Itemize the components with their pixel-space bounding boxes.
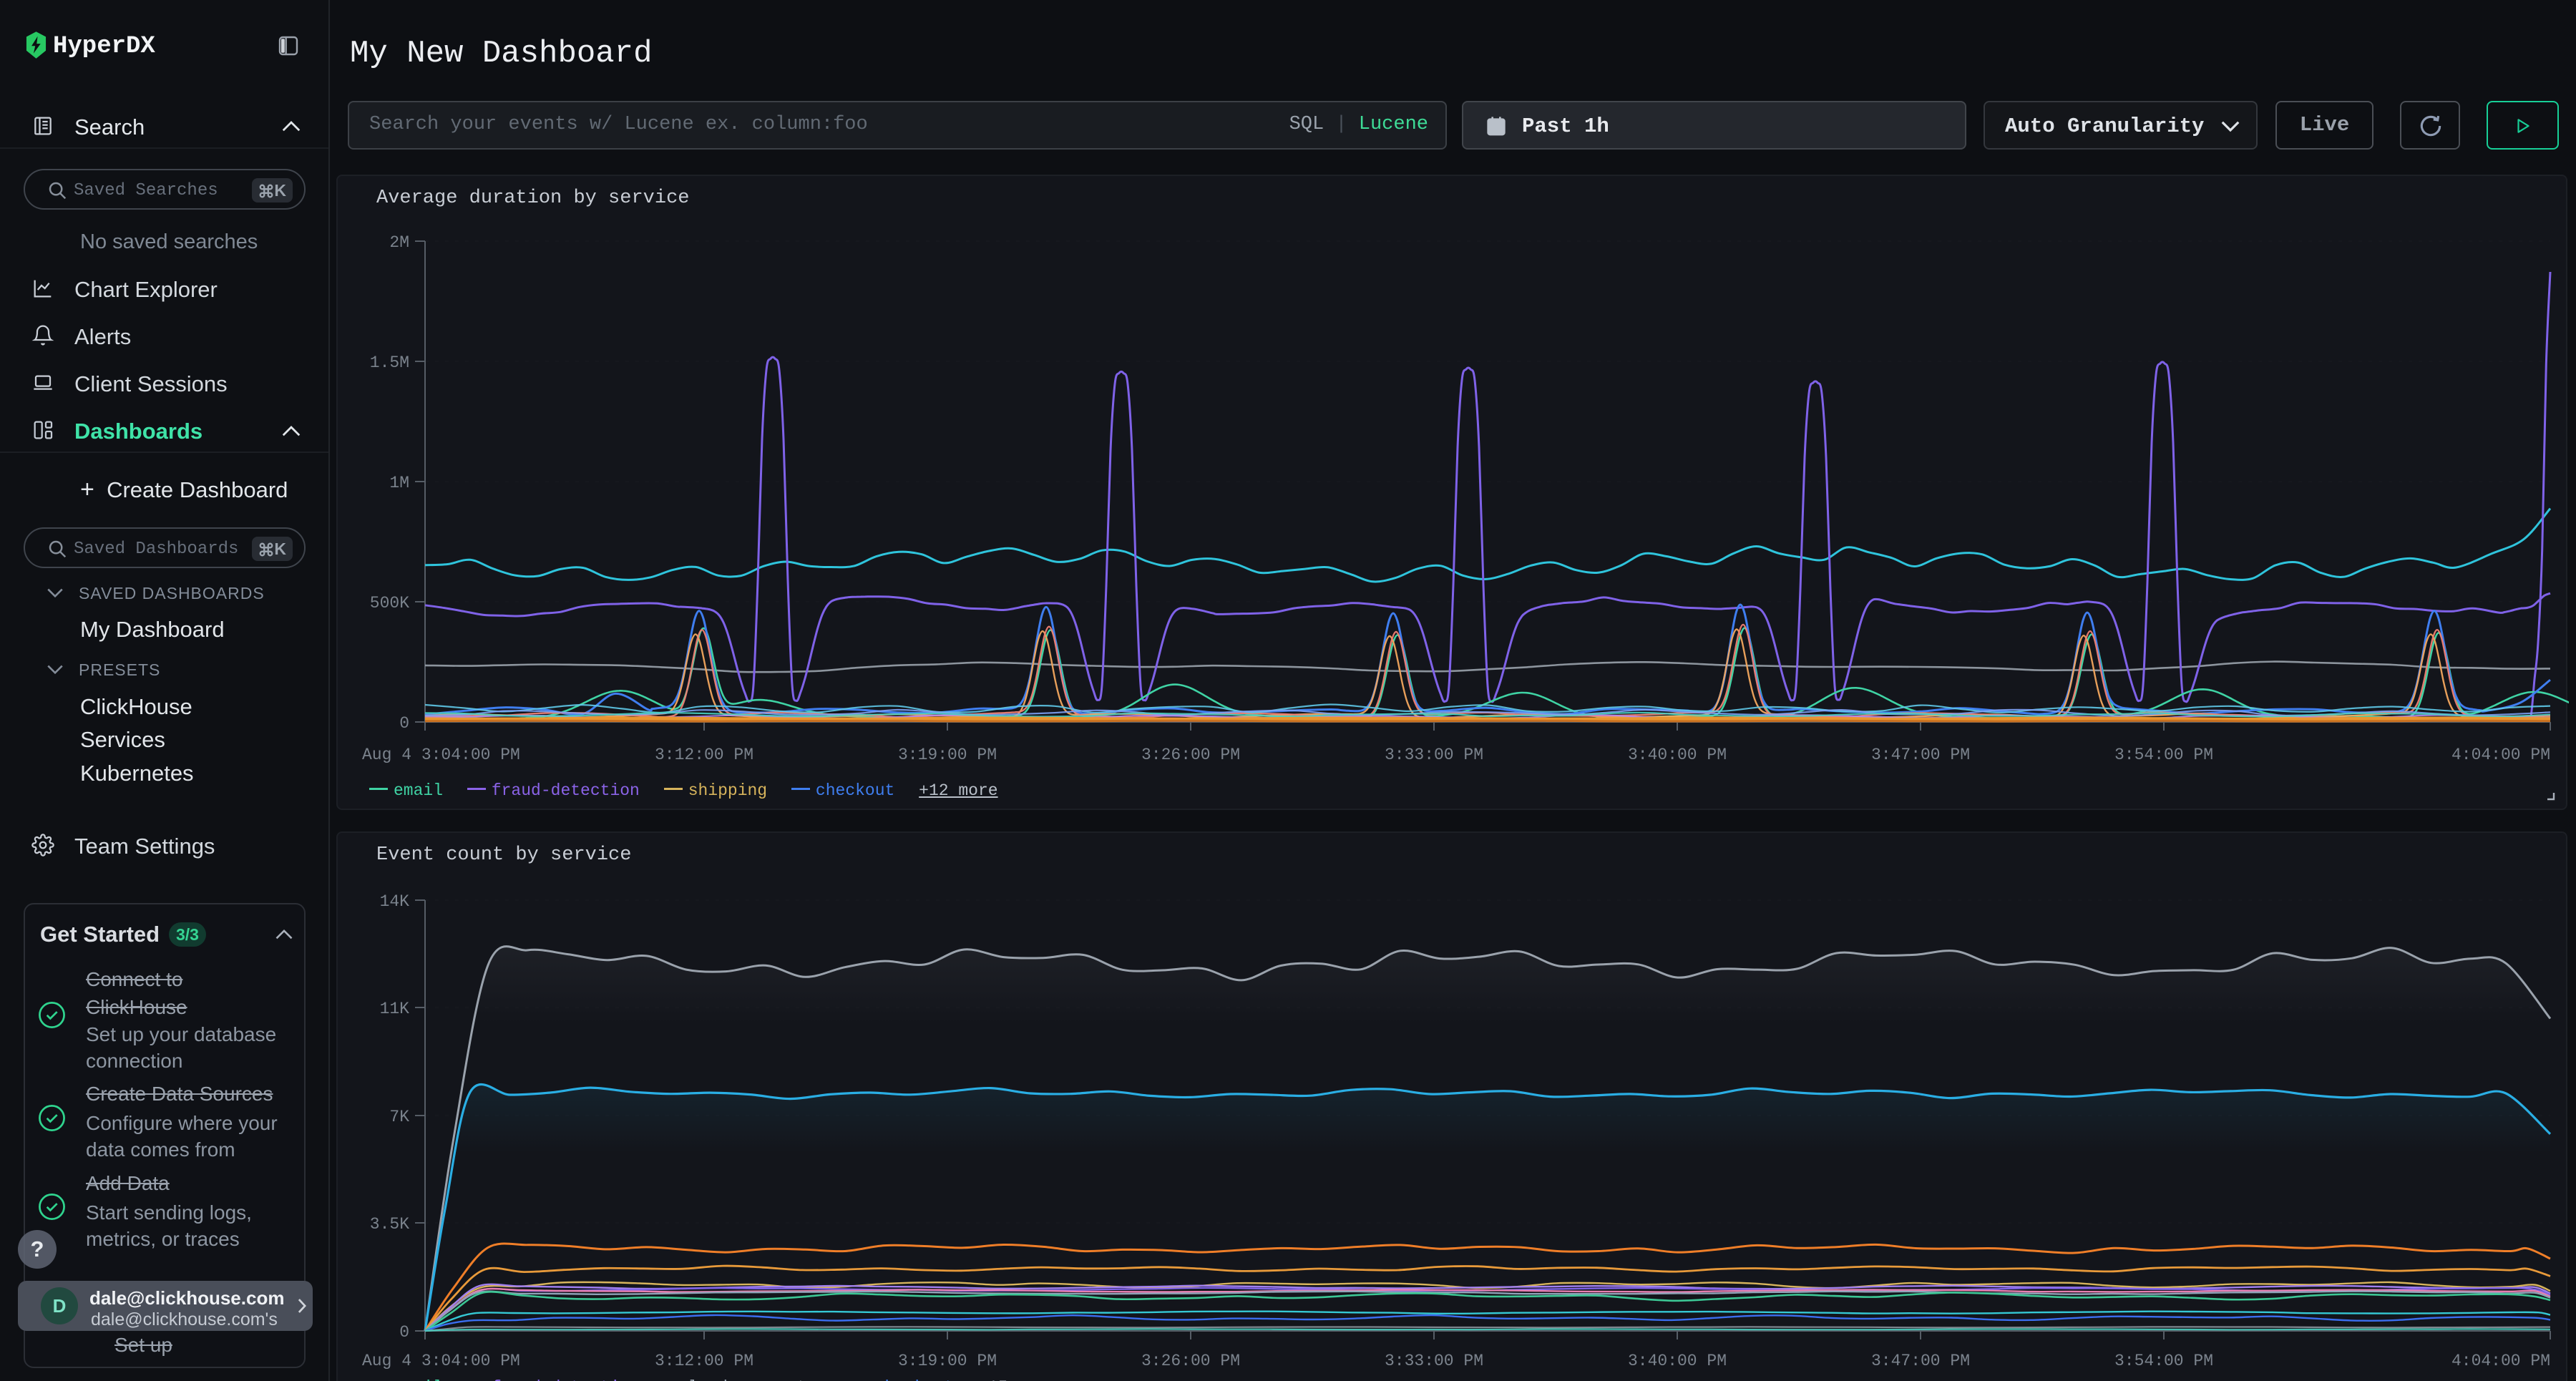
svg-text:0: 0 [399,714,409,733]
svg-text:11K: 11K [380,1000,410,1018]
svg-text:3:26:00 PM: 3:26:00 PM [1141,1352,1240,1370]
svg-text:500K: 500K [370,594,409,613]
svg-text:0: 0 [399,1323,409,1342]
svg-text:3:12:00 PM: 3:12:00 PM [655,1352,753,1370]
svg-text:4:04:00 PM: 4:04:00 PM [2451,1352,2550,1370]
svg-text:3:40:00 PM: 3:40:00 PM [1628,1352,1727,1370]
svg-text:Aug 4 3:04:00 PM: Aug 4 3:04:00 PM [362,746,520,764]
svg-text:1M: 1M [389,474,409,492]
svg-text:3:26:00 PM: 3:26:00 PM [1141,746,1240,764]
svg-text:3:33:00 PM: 3:33:00 PM [1385,746,1483,764]
svg-text:3:33:00 PM: 3:33:00 PM [1385,1352,1483,1370]
svg-text:3:47:00 PM: 3:47:00 PM [1871,1352,1970,1370]
svg-text:3:40:00 PM: 3:40:00 PM [1628,746,1727,764]
svg-text:7K: 7K [389,1108,409,1126]
svg-text:2M: 2M [389,233,409,252]
svg-text:3:19:00 PM: 3:19:00 PM [898,1352,997,1370]
svg-text:4:04:00 PM: 4:04:00 PM [2451,746,2550,764]
svg-text:3.5K: 3.5K [370,1215,409,1234]
svg-text:3:54:00 PM: 3:54:00 PM [2114,746,2213,764]
svg-text:1.5M: 1.5M [370,353,409,372]
svg-text:14K: 14K [380,892,410,911]
svg-text:3:54:00 PM: 3:54:00 PM [2114,1352,2213,1370]
svg-text:3:19:00 PM: 3:19:00 PM [898,746,997,764]
svg-text:3:47:00 PM: 3:47:00 PM [1871,746,1970,764]
svg-text:Aug 4 3:04:00 PM: Aug 4 3:04:00 PM [362,1352,520,1370]
svg-text:3:12:00 PM: 3:12:00 PM [655,746,753,764]
